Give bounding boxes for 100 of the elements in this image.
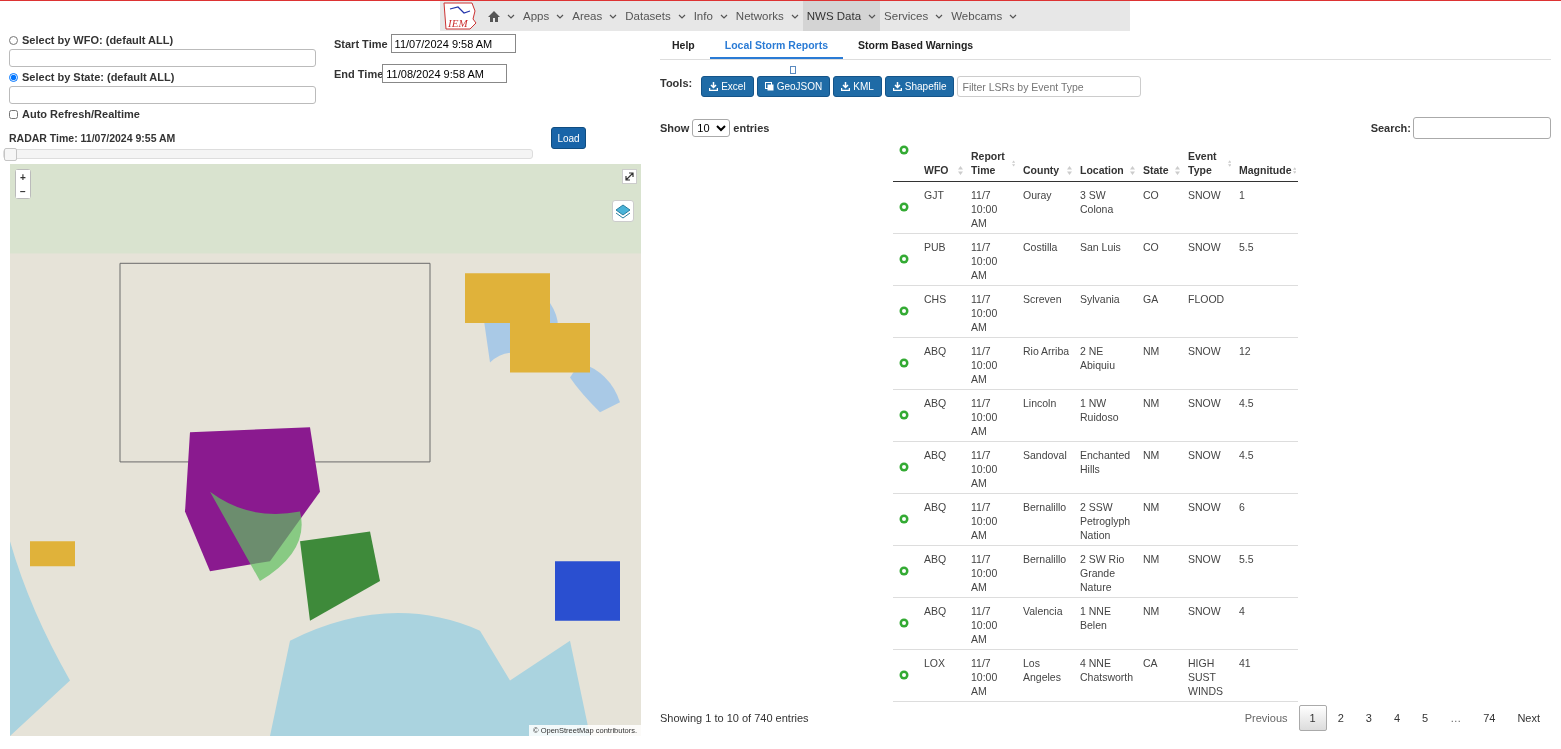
table-cell: Screven xyxy=(1023,293,1062,305)
table-cell: Sylvania xyxy=(1080,293,1120,305)
sort-icon[interactable] xyxy=(1130,165,1135,175)
checkbox-label: Auto Refresh/Realtime xyxy=(22,108,140,120)
slider-thumb[interactable] xyxy=(4,148,17,161)
radio-button[interactable] xyxy=(9,72,18,82)
table-cell: Enchanted Hills xyxy=(1080,449,1131,475)
expand-icon[interactable] xyxy=(899,201,909,212)
table-cell: LOX xyxy=(924,657,945,669)
caret-icon xyxy=(1009,13,1018,19)
table-cell: ABQ xyxy=(924,605,947,617)
table-cell: 5.5 xyxy=(1239,241,1254,253)
nav-menu[interactable]: NWS Data xyxy=(802,1,881,31)
table-cell: Ouray xyxy=(1023,189,1052,201)
sort-icon[interactable] xyxy=(958,165,963,175)
nav-menu[interactable]: Networks xyxy=(731,1,803,31)
caret-icon xyxy=(719,13,728,19)
table-cell: ABQ xyxy=(924,397,947,409)
column-header[interactable]: Location xyxy=(1080,163,1124,177)
sort-icon[interactable] xyxy=(1067,165,1072,175)
table-cell: 11/7 10:00 AM xyxy=(971,293,998,333)
nav-menu[interactable]: Webcams xyxy=(947,1,1022,31)
page-link[interactable]: 74 xyxy=(1472,705,1507,731)
caret-icon xyxy=(609,13,618,19)
expand-icon[interactable] xyxy=(899,253,909,264)
tab[interactable]: Storm Based Warnings xyxy=(843,36,989,59)
expand-icon[interactable] xyxy=(899,669,909,680)
table-cell: San Luis xyxy=(1080,241,1121,253)
expand-icon[interactable] xyxy=(899,617,909,628)
sort-icon[interactable] xyxy=(1227,158,1231,168)
tool-button[interactable]: Shapefile xyxy=(884,76,955,97)
table-cell: 11/7 10:00 AM xyxy=(971,241,998,281)
nav-menu[interactable]: Datasets xyxy=(621,1,690,31)
show-label: Show xyxy=(660,122,690,134)
tool-button[interactable]: KML xyxy=(833,76,882,97)
expand-icon[interactable] xyxy=(899,461,909,472)
expand-icon[interactable] xyxy=(899,565,909,576)
entries-dropdown[interactable]: 10 xyxy=(692,119,731,137)
table-cell: 11/7 10:00 AM xyxy=(971,501,998,541)
table-cell: Bernalillo xyxy=(1023,501,1067,513)
download-icon xyxy=(841,82,851,91)
expand-icon[interactable] xyxy=(899,409,909,420)
table-cell: NM xyxy=(1143,449,1160,461)
tab[interactable]: Help xyxy=(660,36,710,59)
nav-menu[interactable]: Info xyxy=(689,1,732,31)
column-header[interactable]: State xyxy=(1143,163,1169,177)
sort-icon[interactable] xyxy=(1175,165,1180,175)
table-cell: SNOW xyxy=(1188,189,1221,201)
next-link[interactable]: Next xyxy=(1506,705,1551,731)
expand-icon[interactable] xyxy=(899,305,909,316)
layers-button[interactable] xyxy=(612,200,634,222)
column-header[interactable]: Magnitude xyxy=(1239,163,1292,177)
state-field[interactable] xyxy=(9,86,316,104)
home-icon xyxy=(488,10,500,22)
logo[interactable]: IEM xyxy=(442,1,480,31)
table-cell: 11/7 10:00 AM xyxy=(971,657,998,697)
radio-label: Select by WFO: (default ALL) xyxy=(22,34,174,46)
page-link[interactable]: 4 xyxy=(1382,705,1411,731)
table-cell: NM xyxy=(1143,397,1160,409)
nav-menu[interactable]: Services xyxy=(880,1,948,31)
column-header[interactable]: WFO xyxy=(924,163,949,177)
column-header[interactable]: County xyxy=(1023,163,1060,177)
radio-label: Select by State: (default ALL) xyxy=(22,71,175,83)
sort-icon[interactable] xyxy=(1011,158,1015,168)
caret-icon xyxy=(790,13,799,19)
table-cell: ABQ xyxy=(924,553,947,565)
caret-icon xyxy=(868,13,877,19)
table-info: Showing 1 to 10 of 740 entries xyxy=(660,712,809,724)
table-cell: 2 SSW Petroglyph Nation xyxy=(1080,501,1131,541)
expand-icon xyxy=(625,172,634,181)
tool-button[interactable]: GeoJSON xyxy=(756,76,831,97)
table-cell: CO xyxy=(1143,241,1159,253)
nav-menu[interactable]: Areas xyxy=(568,1,622,31)
column-header[interactable]: Report Time xyxy=(971,149,1011,177)
radio-button[interactable] xyxy=(9,35,18,45)
tool-button[interactable]: Excel xyxy=(701,76,754,97)
tab[interactable]: Local Storm Reports xyxy=(709,36,844,59)
filter-field[interactable]: Filter LSRs by Event Type xyxy=(957,76,1142,97)
page-link[interactable]: 1 xyxy=(1298,705,1327,731)
start-time-field[interactable]: 11/07/2024 9:58 AM xyxy=(390,34,516,53)
expand-icon[interactable] xyxy=(899,357,909,368)
page-link[interactable]: 5 xyxy=(1411,705,1440,731)
table-cell: 4.5 xyxy=(1239,449,1254,461)
table-cell: 41 xyxy=(1239,657,1251,669)
search-field[interactable] xyxy=(1413,117,1551,139)
sort-icon[interactable] xyxy=(1292,165,1296,175)
fullscreen-button[interactable] xyxy=(622,169,637,184)
nav-menu[interactable]: Apps xyxy=(519,1,569,31)
end-time-field[interactable]: 11/08/2024 9:58 AM xyxy=(382,64,508,83)
table-cell: GJT xyxy=(924,189,944,201)
checkbox[interactable] xyxy=(9,109,18,119)
expand-icon[interactable] xyxy=(899,145,909,155)
table-cell: SNOW xyxy=(1188,553,1221,565)
page-link[interactable]: 2 xyxy=(1326,705,1355,731)
expand-icon[interactable] xyxy=(899,513,909,524)
column-header[interactable]: Event Type xyxy=(1188,149,1227,177)
page-link[interactable]: 3 xyxy=(1354,705,1383,731)
load-button[interactable]: Load xyxy=(551,127,586,149)
logo-text: IEM xyxy=(448,17,468,29)
wfo-field[interactable] xyxy=(9,49,316,67)
